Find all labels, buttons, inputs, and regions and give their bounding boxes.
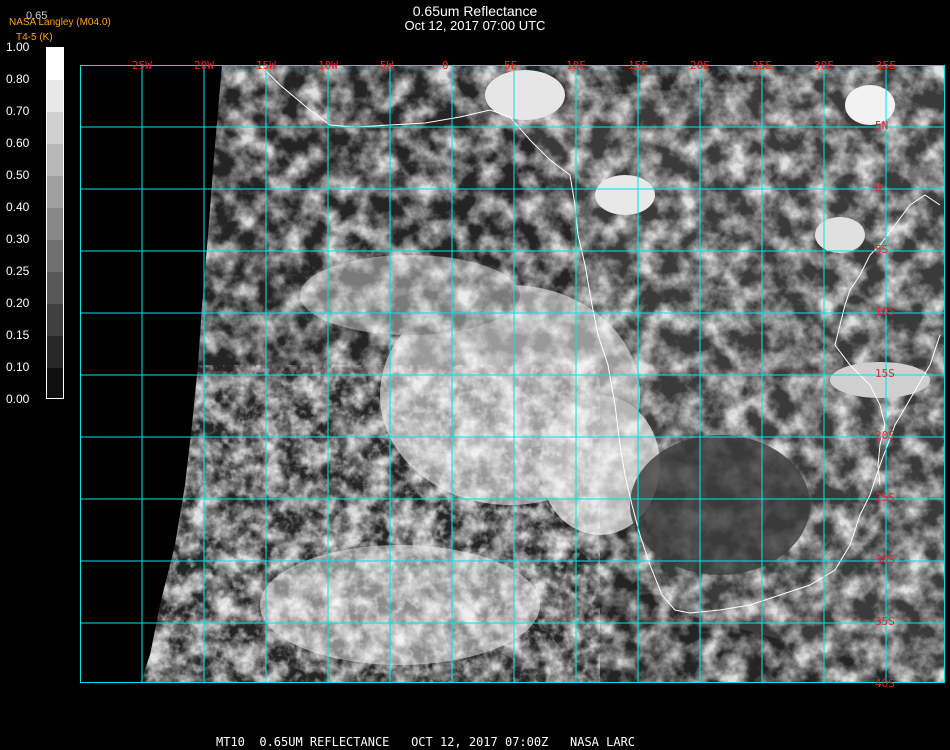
colorbar-segment — [47, 176, 63, 209]
latitude-label: 0 — [875, 181, 882, 194]
latitude-label: 35S — [875, 615, 895, 628]
latitude-label: 25S — [875, 491, 895, 504]
longitude-label: 30E — [814, 59, 834, 72]
longitude-label: 35E — [876, 59, 896, 72]
longitude-label: 10W — [318, 59, 338, 72]
longitude-label: 0 — [442, 59, 449, 72]
longitude-label: 25W — [132, 59, 152, 72]
colorbar-label: 1.00 — [6, 40, 30, 54]
latitude-label: 20S — [875, 429, 895, 442]
latitude-label: 15S — [875, 367, 895, 380]
longitude-label: 20E — [690, 59, 710, 72]
colorbar-segment — [47, 48, 63, 81]
colorbar-label: 0.80 — [6, 72, 30, 86]
longitude-label: 5E — [504, 59, 518, 72]
latitude-label: 5N — [875, 119, 889, 132]
longitude-label: 15E — [628, 59, 648, 72]
colorbar — [46, 47, 64, 399]
datetime: Oct 12, 2017 07:00 UTC — [404, 18, 546, 33]
colorbar-label: 0.40 — [6, 200, 30, 214]
colorbar-label: 0.50 — [6, 168, 30, 182]
colorbar-label: 0.60 — [6, 136, 30, 150]
latitude-label: 40S — [875, 677, 895, 690]
colorbar-label: 0.00 — [6, 392, 30, 406]
colorbar-segment — [47, 304, 63, 337]
latitude-label: 5S — [875, 243, 889, 256]
colorbar-segment — [47, 80, 63, 113]
colorbar-label: 0.70 — [6, 104, 30, 118]
title: 0.65um Reflectance — [412, 3, 538, 19]
colorbar-segment — [47, 208, 63, 241]
map-svg — [79, 64, 945, 683]
longitude-label: 25E — [752, 59, 772, 72]
latitude-label: 10S — [875, 305, 895, 318]
credit: NASA Langley (M04.0) — [9, 17, 111, 28]
longitude-label: 10E — [566, 59, 586, 72]
colorbar-segment — [47, 272, 63, 305]
colorbar-segment — [47, 112, 63, 145]
footer-caption: MT10 0.65UM REFLECTANCE OCT 12, 2017 07:… — [216, 735, 636, 749]
colorbar-segment — [47, 368, 63, 398]
colorbar-segment — [47, 240, 63, 273]
longitude-label: 5W — [380, 59, 394, 72]
colorbar-label: 0.10 — [6, 360, 30, 374]
colorbar-label: 0.20 — [6, 296, 30, 310]
longitude-label: 20W — [194, 59, 214, 72]
satellite-map: 25W 20W 15W 10W 5W 0 5E 10E 15E 20E 25E 30E 35E 5N 0 5… — [79, 59, 945, 690]
colorbar-label: 0.30 — [6, 232, 30, 246]
longitude-label: 15W — [256, 59, 276, 72]
swath-area — [140, 65, 945, 683]
colorbar-label: 0.15 — [6, 328, 30, 342]
colorbar-label: 0.25 — [6, 264, 30, 278]
latitude-label: 30S — [875, 553, 895, 566]
colorbar-segment — [47, 144, 63, 177]
colorbar-segment — [47, 336, 63, 369]
